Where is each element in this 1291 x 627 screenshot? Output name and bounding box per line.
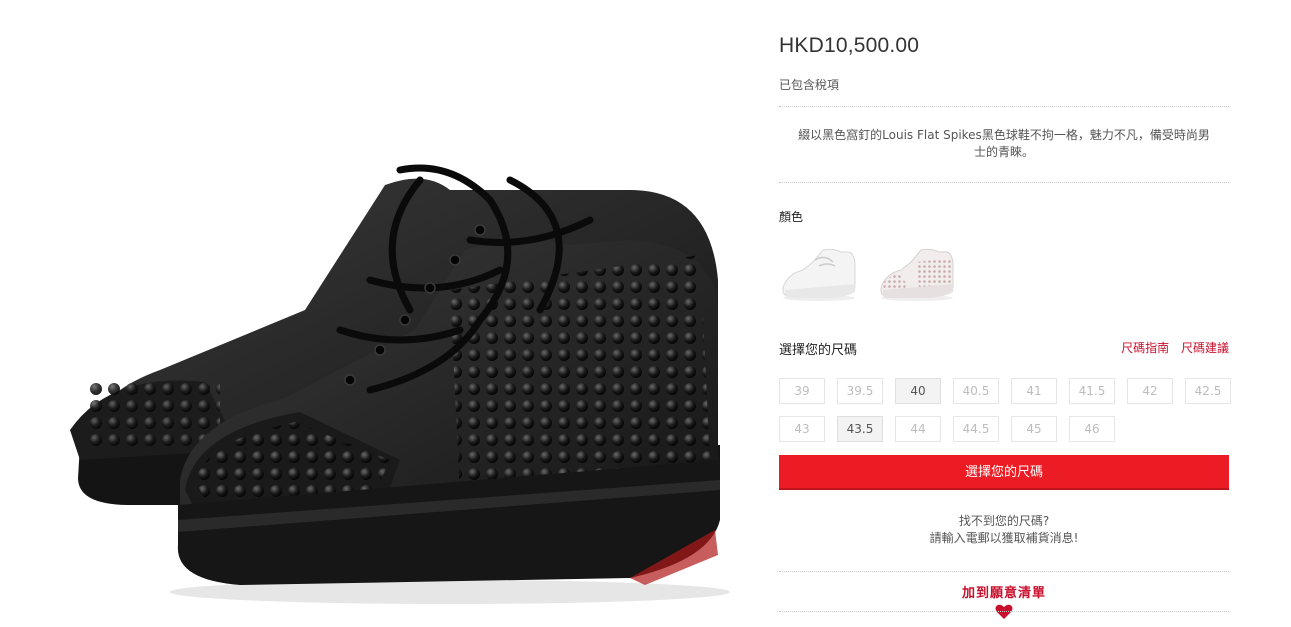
divider <box>779 182 1229 183</box>
color-swatch-white-spikes[interactable] <box>877 244 957 304</box>
size-guide-link[interactable]: 尺碼指南 <box>1121 341 1169 355</box>
divider <box>779 611 1229 612</box>
size-option[interactable]: 42.5 <box>1185 378 1231 404</box>
restock-notify[interactable]: 找不到您的尺碼? 請輸入電郵以獲取補貨消息! <box>779 513 1229 547</box>
size-option[interactable]: 40.5 <box>953 378 999 404</box>
size-option[interactable]: 40 <box>895 378 941 404</box>
size-option[interactable]: 43 <box>779 416 825 442</box>
tax-note: 已包含稅項 <box>779 78 840 92</box>
size-option[interactable]: 44.5 <box>953 416 999 442</box>
divider <box>779 106 1229 107</box>
size-option[interactable]: 41.5 <box>1069 378 1115 404</box>
product-price: HKD10,500.00 <box>779 34 920 57</box>
color-label: 顏色 <box>779 210 804 224</box>
size-links: 尺碼指南 尺碼建議 <box>1113 339 1229 356</box>
size-option[interactable]: 42 <box>1127 378 1173 404</box>
size-option[interactable]: 39.5 <box>837 378 883 404</box>
size-label: 選擇您的尺碼 <box>779 343 858 358</box>
select-size-button[interactable]: 選擇您的尺碼 <box>779 455 1229 490</box>
size-option[interactable]: 46 <box>1069 416 1115 442</box>
color-swatch-white[interactable] <box>779 244 859 304</box>
size-option[interactable]: 41 <box>1011 378 1057 404</box>
size-option[interactable]: 43.5 <box>837 416 883 442</box>
product-image[interactable] <box>70 160 730 610</box>
size-advice-link[interactable]: 尺碼建議 <box>1181 341 1229 355</box>
size-option[interactable]: 39 <box>779 378 825 404</box>
size-option[interactable]: 44 <box>895 416 941 442</box>
heart-icon[interactable] <box>995 604 1013 620</box>
size-option[interactable]: 45 <box>1011 416 1057 442</box>
product-description: 綴以黑色窩釘的Louis Flat Spikes黑色球鞋不拘一格，魅力不凡，備受… <box>798 128 1210 159</box>
notify-line-1[interactable]: 找不到您的尺碼? <box>779 513 1229 530</box>
add-to-wishlist-button[interactable]: 加到願意清單 <box>779 582 1229 601</box>
notify-line-2[interactable]: 請輸入電郵以獲取補貨消息! <box>779 530 1229 547</box>
divider <box>779 571 1229 572</box>
